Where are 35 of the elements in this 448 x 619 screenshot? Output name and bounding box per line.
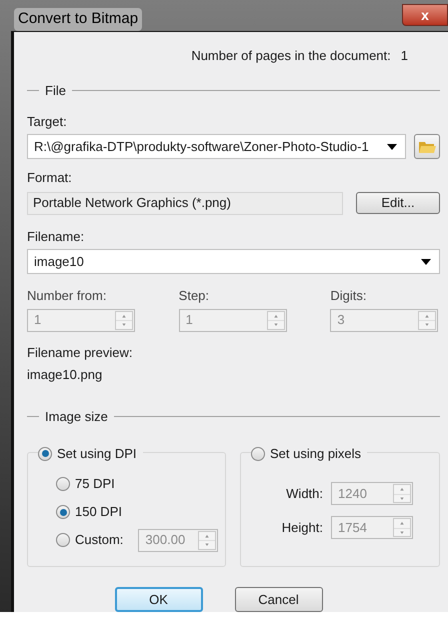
radio-button[interactable] xyxy=(56,505,70,519)
close-button[interactable]: x xyxy=(402,4,448,26)
dropdown-arrow-icon xyxy=(421,258,431,264)
field-label: Digits: xyxy=(330,287,368,305)
field-label: Target: xyxy=(27,112,68,131)
radio-label: Custom: xyxy=(75,531,124,550)
target-combobox[interactable]: R:\@grafika-DTP\produkty-software\Zoner-Photo-Studio-1 xyxy=(27,134,406,159)
browse-folder-button[interactable] xyxy=(414,134,440,159)
radio-label: Set using DPI xyxy=(57,445,136,463)
field-label: Number from: xyxy=(27,287,108,305)
radio-button[interactable] xyxy=(38,446,52,461)
radio-label: 150 DPI xyxy=(75,503,122,522)
dialog-button[interactable]: OK xyxy=(114,587,202,612)
radio-button[interactable] xyxy=(56,477,70,491)
page-count-value: 1 xyxy=(400,46,408,64)
folder-icon xyxy=(418,140,436,154)
page-count-label: Number of pages in the document: xyxy=(191,46,391,65)
field-label: Filename: xyxy=(27,228,86,246)
filename-combobox[interactable]: image10 xyxy=(27,249,440,274)
dropdown-arrow-icon xyxy=(387,144,397,150)
radio-label: 75 DPI xyxy=(75,475,115,494)
field-label: Filename preview: xyxy=(27,344,134,362)
filename-preview: image10.png xyxy=(27,366,104,384)
field-label: Width: xyxy=(286,484,323,503)
field-label: Step: xyxy=(178,287,210,305)
field-label: Format: xyxy=(27,169,73,187)
section-legend: File xyxy=(45,81,66,100)
field-label: Height: xyxy=(282,518,323,537)
radio-label: Set using pixels xyxy=(270,445,362,463)
edit-button[interactable]: Edit... xyxy=(356,192,440,214)
section-legend: Image size xyxy=(45,406,108,426)
radio-button[interactable] xyxy=(251,446,265,461)
window-title: Convert to Bitmap xyxy=(14,8,142,30)
dialog-button[interactable]: Cancel xyxy=(234,587,322,612)
format-field: Portable Network Graphics (*.png) xyxy=(27,192,343,214)
